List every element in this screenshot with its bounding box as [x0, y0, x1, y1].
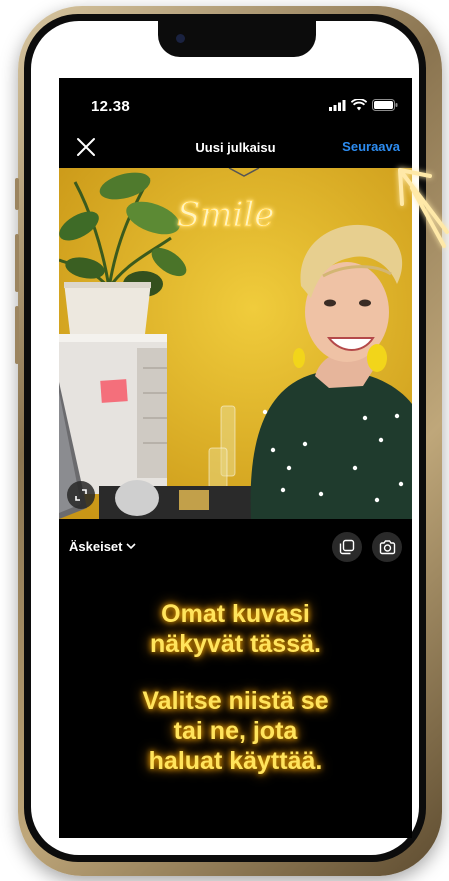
expand-icon — [75, 489, 87, 501]
overlay-line: tai ne, jota — [173, 717, 298, 745]
battery-icon — [372, 99, 398, 111]
overlay-line: Omat kuvasi — [161, 600, 310, 628]
neon-sign-text: Smile — [177, 195, 274, 235]
camera-icon — [379, 539, 395, 554]
chevron-down-icon — [126, 543, 137, 550]
volume-down-button — [15, 306, 19, 364]
status-icons — [329, 98, 398, 112]
album-selector-label: Äskeiset — [69, 539, 123, 554]
camera-button[interactable] — [372, 532, 402, 562]
overlay-line: haluat käyttää. — [148, 747, 323, 775]
album-selector[interactable]: Äskeiset — [69, 539, 137, 554]
selected-photo-preview[interactable]: Smile — [59, 168, 412, 519]
overlay-line: näkyvät tässä. — [150, 630, 321, 658]
wifi-icon — [351, 99, 367, 111]
cellular-signal-icon — [329, 99, 346, 111]
volume-up-button — [15, 234, 19, 292]
next-button[interactable]: Seuraava — [342, 139, 400, 154]
nav-bar: Uusi julkaisu Seuraava — [59, 128, 412, 168]
neon-arrow-pointer — [398, 168, 449, 248]
instruction-overlay: Omat kuvasi näkyvät tässä. Valitse niist… — [61, 599, 410, 776]
overlay-line: Valitse niistä se — [142, 687, 329, 715]
gallery-toolbar: Äskeiset — [59, 519, 412, 569]
new-post-screen: 12.38 Uusi julkaisu Seuraava Smile Äskei… — [59, 78, 412, 838]
status-bar: 12.38 — [59, 78, 412, 128]
status-time: 12.38 — [91, 98, 131, 115]
mute-switch — [15, 178, 19, 210]
front-camera — [176, 34, 185, 43]
expand-crop-button[interactable] — [67, 481, 95, 509]
photo-image: Smile — [59, 168, 412, 519]
select-multiple-button[interactable] — [332, 532, 362, 562]
multi-select-icon — [339, 539, 355, 555]
